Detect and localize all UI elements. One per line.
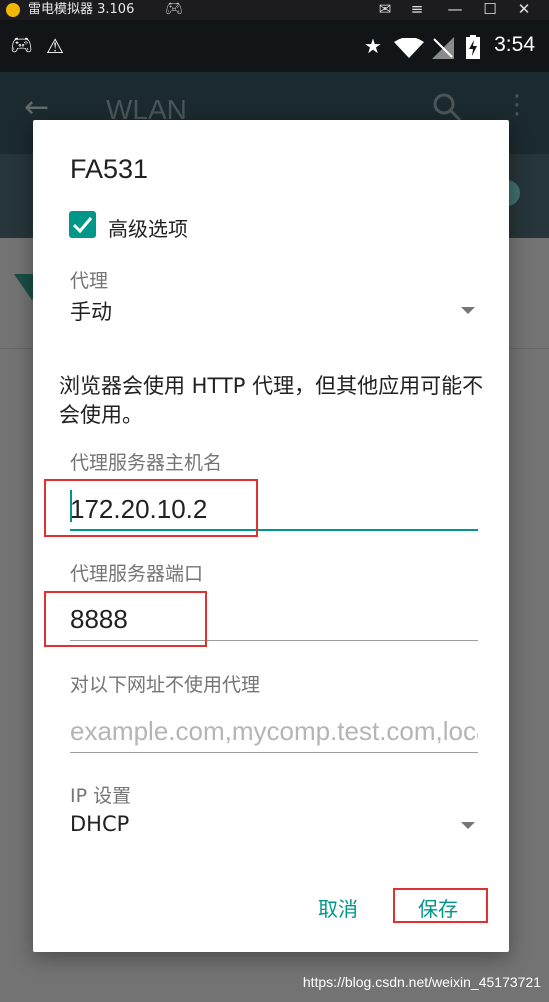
advanced-options-checkbox[interactable] [69, 211, 96, 238]
bypass-input[interactable] [70, 711, 478, 753]
bypass-label: 对以下网址不使用代理 [70, 674, 261, 696]
ip-settings-select[interactable]: DHCP [70, 812, 129, 836]
checkmark-icon [72, 217, 93, 234]
emulator-title: 雷电模拟器 3.106 [28, 2, 135, 17]
ip-settings-dropdown-arrow-icon[interactable] [461, 822, 475, 829]
proxy-notice: 浏览器会使用 HTTP 代理，但其他应用可能不会使用。 [59, 374, 484, 427]
more-options-icon[interactable]: ⋮ [504, 90, 530, 120]
gamepad-icon: 🎮︎ [10, 35, 33, 56]
status-bar: 🎮︎ ⚠ ★ 3:54 [0, 20, 549, 72]
close-icon[interactable]: ✕ [511, 0, 537, 20]
ip-settings-label: IP 设置 [70, 785, 132, 807]
watermark: https://blog.csdn.net/weixin_45173721 [302, 974, 541, 990]
hostname-label: 代理服务器主机名 [70, 452, 223, 474]
emulator-title-bar: 雷电模拟器 3.106 🎮︎ ✉ ≡ — ☐ ✕ [0, 0, 549, 20]
menu-icon[interactable]: ≡ [404, 0, 430, 20]
battery-charging-icon [466, 35, 480, 59]
proxy-select[interactable]: 手动 [70, 296, 112, 326]
highlight-port [44, 591, 207, 647]
clock: 3:54 [494, 33, 535, 56]
proxy-dropdown-arrow-icon[interactable] [461, 307, 475, 314]
no-signal-icon [432, 37, 454, 59]
warning-icon: ⚠ [46, 34, 64, 58]
maximize-icon[interactable]: ☐ [477, 0, 503, 20]
minimize-icon[interactable]: — [442, 0, 468, 20]
emulator-logo-icon [6, 3, 20, 17]
search-icon[interactable] [432, 92, 462, 122]
cancel-button[interactable]: 取消 [318, 893, 358, 922]
proxy-label: 代理 [70, 270, 109, 292]
wifi-icon [394, 38, 424, 58]
highlight-hostname [44, 479, 258, 537]
mail-icon[interactable]: ✉ [372, 0, 398, 20]
advanced-options-label: 高级选项 [108, 217, 188, 241]
star-icon: ★ [364, 34, 382, 58]
gamepad-icon[interactable]: 🎮︎ [165, 1, 183, 17]
port-label: 代理服务器端口 [70, 563, 204, 585]
dialog-title: FA531 [70, 154, 149, 184]
highlight-save [393, 888, 488, 923]
